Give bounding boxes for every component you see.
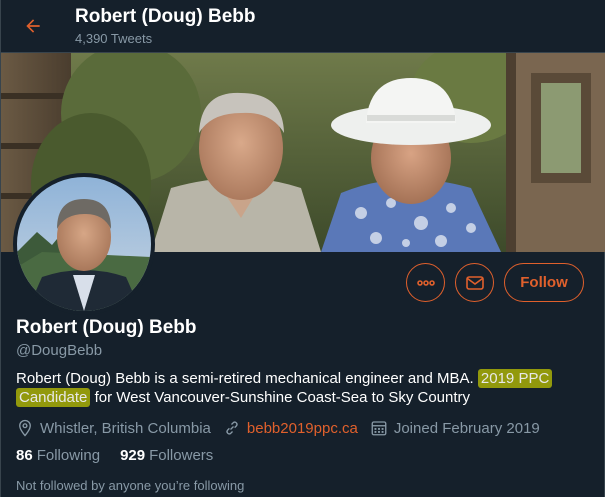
followers-you-know-note: Not followed by anyone you’re following: [16, 478, 245, 493]
joined-date: Joined February 2019: [370, 419, 540, 437]
following-count: 86: [16, 447, 33, 464]
bio-highlight-1: 2019 PPC: [477, 369, 553, 388]
envelope-icon: [465, 275, 484, 290]
followers-label: Followers: [149, 447, 214, 464]
profile-name: Robert (Doug) Bebb: [16, 317, 197, 338]
bio-highlight-2: Candidate: [16, 388, 91, 407]
profile-bio: Robert (Doug) Bebb is a semi-retired mec…: [16, 369, 576, 407]
website[interactable]: bebb2019ppc.ca: [223, 419, 358, 437]
calendar-icon: [371, 421, 387, 436]
profile-page: Robert (Doug) Bebb 4,390 Tweets Follow R…: [0, 0, 605, 497]
location-pin-icon: [19, 419, 31, 437]
profile-handle: @DougBebb: [16, 342, 103, 359]
back-arrow-icon: [26, 19, 40, 33]
followers-count: 929: [120, 447, 146, 464]
profile-stats: 86 Following 929 Followers: [16, 447, 233, 464]
header-title: Robert (Doug) Bebb: [75, 6, 256, 27]
message-button[interactable]: [455, 263, 494, 302]
tweet-count: 4,390 Tweets: [75, 31, 153, 46]
bio-text-2: for West Vancouver-Sunshine Coast-Sea to…: [94, 389, 471, 406]
bio-text-1: Robert (Doug) Bebb is a semi-retired mec…: [16, 370, 474, 387]
location-text: Whistler, British Columbia: [40, 419, 211, 437]
joined-text: Joined February 2019: [393, 419, 540, 437]
more-icon: [416, 279, 435, 286]
follow-button[interactable]: Follow: [504, 263, 584, 302]
following-label: Following: [36, 447, 101, 464]
profile-header: Robert (Doug) Bebb 4,390 Tweets: [1, 0, 605, 53]
avatar[interactable]: [13, 173, 155, 315]
link-icon: [226, 421, 238, 435]
back-button[interactable]: [15, 8, 51, 44]
profile-meta: Whistler, British Columbia bebb2019ppc.c…: [16, 418, 552, 438]
location: Whistler, British Columbia: [16, 419, 211, 437]
website-link[interactable]: bebb2019ppc.ca: [247, 420, 358, 437]
following-stat[interactable]: 86 Following: [16, 447, 100, 464]
more-button[interactable]: [406, 263, 445, 302]
followers-stat[interactable]: 929 Followers: [120, 447, 213, 464]
